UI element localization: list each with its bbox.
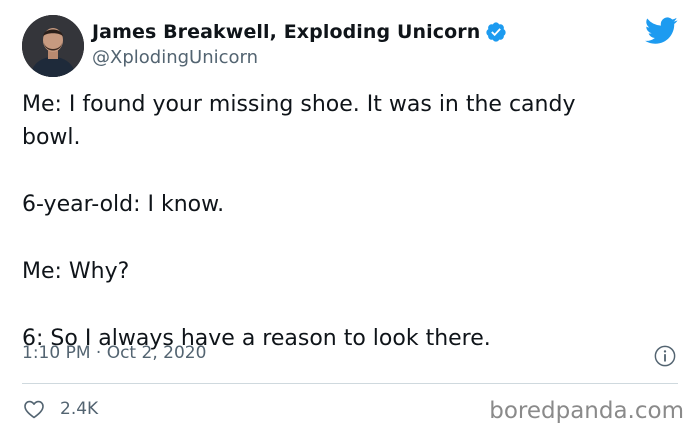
divider — [22, 383, 678, 384]
verified-badge-icon — [486, 22, 506, 42]
like-button[interactable]: 2.4K — [22, 397, 98, 421]
heart-icon — [24, 400, 44, 419]
author-handle[interactable]: @XplodingUnicorn — [92, 47, 258, 68]
twitter-bird-icon[interactable] — [645, 17, 678, 45]
author-avatar[interactable] — [22, 15, 84, 77]
like-count: 2.4K — [60, 399, 99, 419]
tweet-timestamp[interactable]: 1:10 PM · Oct 2, 2020 — [22, 343, 206, 363]
author-name[interactable]: James Breakwell, Exploding Unicorn — [92, 21, 507, 43]
tweet-line: 6-year-old: I know. — [22, 192, 225, 217]
profile-photo-icon — [22, 15, 84, 77]
tweet-line: bowl. — [22, 125, 81, 150]
tweet-card: James Breakwell, Exploding Unicorn @Xplo… — [0, 0, 700, 437]
info-icon[interactable] — [654, 345, 676, 367]
watermark: boredpanda.com — [489, 398, 684, 424]
tweet-text: Me: I found your missing shoe. It was in… — [22, 88, 682, 355]
tweet-line: Me: Why? — [22, 259, 130, 284]
author-name-text: James Breakwell, Exploding Unicorn — [92, 21, 481, 43]
tweet-line: Me: I found your missing shoe. It was in… — [22, 92, 576, 117]
